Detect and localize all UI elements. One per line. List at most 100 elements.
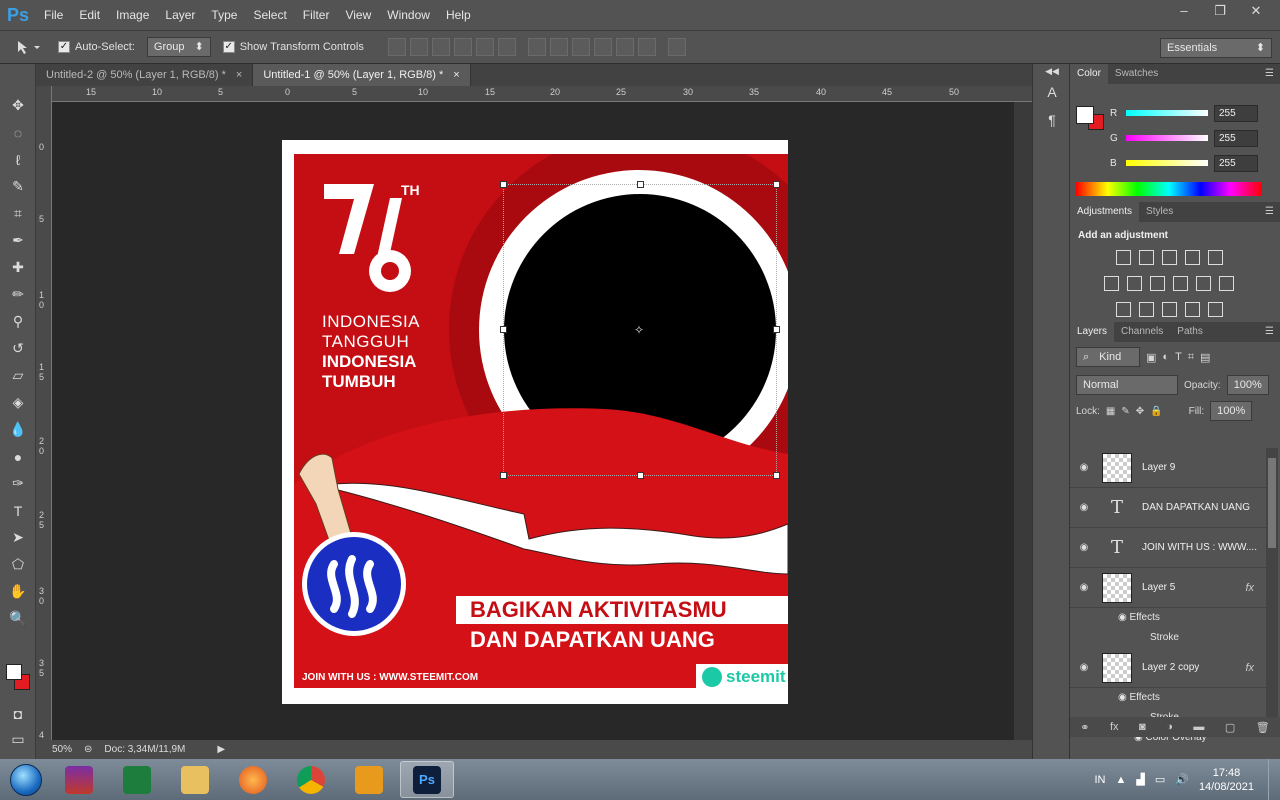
hue-saturation-icon[interactable] [1104,276,1119,291]
close-button[interactable]: ✕ [1242,1,1270,21]
levels-icon[interactable] [1139,250,1154,265]
visibility-eye-icon[interactable]: ◉ [1118,612,1130,623]
filter-pixel-icon[interactable]: ▣ [1146,351,1156,364]
maximize-button[interactable]: ❐ [1206,1,1234,21]
panel-menu-icon[interactable]: ☰ [1265,206,1274,217]
vertical-ruler[interactable]: 0 5 1 0 1 5 2 0 2 5 3 0 3 5 4 [36,86,52,740]
delete-layer-icon[interactable]: 🗑 [1256,721,1270,734]
tab-styles[interactable]: Styles [1139,202,1180,222]
foreground-color-chip[interactable] [1076,106,1094,124]
lasso-tool-icon[interactable]: ℓ [0,146,36,173]
foreground-color-swatch[interactable] [6,664,22,680]
visibility-eye-icon[interactable]: ◉ [1070,662,1098,673]
scrollbar-thumb[interactable] [1268,458,1276,548]
layer-row[interactable]: ◉ T JOIN WITH US : WWW.... [1070,528,1266,568]
tab-paths[interactable]: Paths [1170,322,1210,342]
filter-smart-icon[interactable]: ▤ [1200,351,1210,364]
quick-select-tool-icon[interactable]: ✎ [0,173,36,200]
transform-handle[interactable] [500,326,507,333]
link-layers-icon[interactable]: ⚭ [1080,721,1089,734]
pen-tool-icon[interactable]: ✑ [0,470,36,497]
selective-color-icon[interactable] [1208,302,1223,317]
exposure-icon[interactable] [1185,250,1200,265]
channel-gradient[interactable] [1126,135,1208,141]
close-tab-icon[interactable]: × [453,64,459,86]
transform-handle[interactable] [637,181,644,188]
lock-transparent-icon[interactable]: ▦ [1106,406,1115,417]
tab-swatches[interactable]: Swatches [1108,64,1165,84]
share-icon[interactable]: ⊜ [84,744,92,755]
character-panel-icon[interactable]: A [1033,78,1071,106]
crop-tool-icon[interactable]: ⌗ [0,200,36,227]
menu-view[interactable]: View [337,0,379,30]
fill-input[interactable]: 100% [1210,401,1253,421]
screen-mode-icon[interactable]: ▭ [0,726,36,753]
channel-value-input[interactable]: 255 [1214,104,1258,122]
status-arrow-icon[interactable]: ▶ [217,744,225,755]
new-adjustment-icon[interactable]: ◑ [1166,721,1173,733]
move-tool-preset[interactable] [14,34,58,60]
visibility-eye-icon[interactable]: ◉ [1070,582,1098,593]
menu-layer[interactable]: Layer [157,0,203,30]
brush-tool-icon[interactable]: ✏ [0,281,36,308]
menu-type[interactable]: Type [203,0,245,30]
red-channel-slider[interactable]: R 255 [1110,104,1280,122]
move-tool-icon[interactable]: ✥ [0,92,36,119]
menu-help[interactable]: Help [438,0,479,30]
tray-expand-icon[interactable]: ▲ [1115,774,1126,786]
panel-menu-icon[interactable]: ☰ [1265,68,1274,79]
fx-icon[interactable]: fx [1245,662,1254,674]
layers-scrollbar[interactable] [1266,448,1278,718]
align-left-icon[interactable] [453,38,472,56]
type-tool-icon[interactable]: T [0,497,36,524]
effects-item[interactable]: ◉ Effects [1070,608,1266,628]
channel-value-input[interactable]: 255 [1214,154,1258,172]
align-hcenter-icon[interactable] [475,38,494,56]
eraser-tool-icon[interactable]: ▱ [0,362,36,389]
taskbar-excel[interactable] [110,761,164,798]
channel-gradient[interactable] [1126,160,1208,166]
distribute-hcenter-icon[interactable] [615,38,634,56]
blend-mode-dropdown[interactable]: Normal [1076,375,1178,395]
auto-select-checkbox[interactable]: ✓ Auto-Select: [58,41,135,53]
language-indicator[interactable]: IN [1094,774,1105,786]
blur-tool-icon[interactable]: 💧 [0,416,36,443]
filter-shape-icon[interactable]: ⌗ [1188,351,1194,364]
auto-align-icon[interactable] [667,38,686,56]
transform-handle[interactable] [637,472,644,479]
layer-row[interactable]: ◉ Layer 5 fx [1070,568,1266,608]
distribute-right-icon[interactable] [637,38,656,56]
transform-handle[interactable] [500,181,507,188]
opacity-input[interactable]: 100% [1226,375,1269,395]
filter-type-icon[interactable]: T [1175,351,1182,363]
zoom-tool-icon[interactable]: 🔍 [0,605,36,632]
shape-tool-icon[interactable]: ⬠ [0,551,36,578]
taskbar-outlook[interactable] [342,761,396,798]
horizontal-ruler[interactable]: 15 10 5 0 5 10 15 20 25 30 35 40 45 50 [52,86,1032,102]
document-canvas[interactable]: TH INDONESIA TANGGUH INDONESIA TUMBUH BA… [282,140,788,704]
workspace-dropdown[interactable]: Essentials ⬍ [1160,38,1272,58]
lock-pixels-icon[interactable]: ✎ [1121,406,1129,417]
menu-image[interactable]: Image [108,0,157,30]
layer-row[interactable]: ◉ T DAN DAPATKAN UANG [1070,488,1266,528]
show-desktop-button[interactable] [1268,759,1280,800]
effects-item[interactable]: ◉ Effects [1070,688,1266,708]
distribute-left-icon[interactable] [593,38,612,56]
gradient-map-icon[interactable] [1185,302,1200,317]
taskbar-firefox[interactable] [226,761,280,798]
menu-filter[interactable]: Filter [295,0,338,30]
curves-icon[interactable] [1162,250,1177,265]
transform-handle[interactable] [773,326,780,333]
align-right-icon[interactable] [497,38,516,56]
visibility-eye-icon[interactable]: ◉ [1070,502,1098,513]
paragraph-panel-icon[interactable]: ¶ [1033,106,1071,134]
start-button[interactable] [0,759,52,800]
panel-menu-icon[interactable]: ☰ [1265,326,1274,337]
posterize-icon[interactable] [1139,302,1154,317]
brightness-icon[interactable] [1116,250,1131,265]
layer-row[interactable]: ◉ Layer 9 [1070,448,1266,488]
volume-icon[interactable]: 🔊 [1175,773,1189,786]
add-mask-icon[interactable]: ◙ [1139,721,1146,733]
paint-bucket-tool-icon[interactable]: ◈ [0,389,36,416]
taskbar-photoshop[interactable]: Ps [400,761,454,798]
